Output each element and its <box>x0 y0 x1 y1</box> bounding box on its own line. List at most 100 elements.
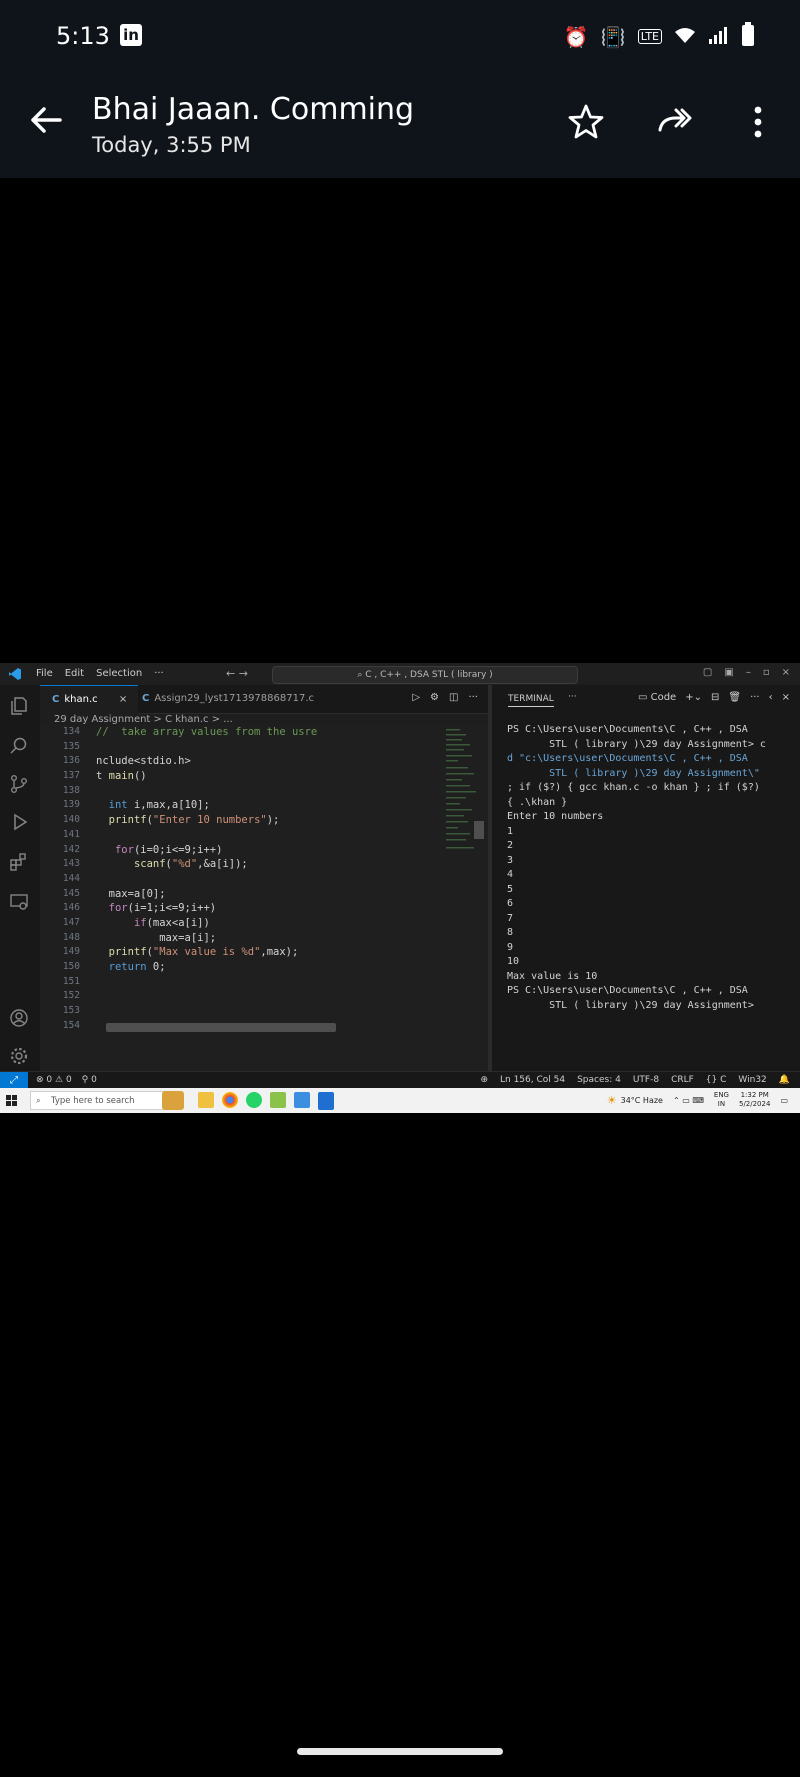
windows-start-icon[interactable] <box>6 1095 17 1106</box>
code-line[interactable]: for(i=1;i<=9;i++) <box>96 901 317 916</box>
language-mode[interactable]: {} C <box>706 1075 727 1085</box>
zoom-icon[interactable]: ⊕ <box>480 1075 488 1085</box>
tray-icons[interactable]: ⌃ ▭ ⌨ <box>673 1096 704 1105</box>
gesture-nav-bar[interactable] <box>297 1748 503 1755</box>
tab-assign29[interactable]: C Assign29_lyst1713978868717.c <box>130 685 342 713</box>
chevron-left-icon[interactable]: ‹ <box>769 692 773 703</box>
code-line[interactable]: return 0; <box>96 960 317 975</box>
code-line[interactable]: // take array values from the usre <box>96 725 317 740</box>
back-arrow-icon[interactable] <box>28 102 64 138</box>
panel-more-icon[interactable]: ··· <box>568 692 577 702</box>
code-line[interactable] <box>96 975 317 990</box>
close-tab-icon[interactable]: × <box>119 694 127 705</box>
line-number: 144 <box>62 872 80 884</box>
tab-khan-c[interactable]: Ckhan.c × <box>40 685 138 714</box>
settings-gear-icon[interactable] <box>8 1045 30 1067</box>
encoding[interactable]: UTF-8 <box>633 1075 659 1085</box>
line-number: 134 <box>62 726 80 737</box>
source-control-icon[interactable] <box>8 773 30 795</box>
tab-terminal[interactable]: TERMINAL <box>508 694 554 707</box>
code-line[interactable]: max=a[0]; <box>96 887 317 902</box>
line-ending[interactable]: CRLF <box>671 1075 694 1085</box>
terminal-line: 4 <box>507 869 514 880</box>
remote-explorer-icon[interactable] <box>8 891 30 913</box>
code-line[interactable]: scanf("%d",&a[i]); <box>96 857 317 872</box>
close-panel-icon[interactable]: × <box>782 692 790 703</box>
terminal-shell-label[interactable]: ▭ Code <box>638 692 676 703</box>
gear-icon[interactable]: ⚙ <box>430 692 439 703</box>
code-line[interactable]: printf("Enter 10 numbers"); <box>96 813 317 828</box>
explorer-icon[interactable] <box>8 695 30 717</box>
horizontal-scrollbar[interactable] <box>106 1023 336 1032</box>
terminal-panel[interactable]: PS C:\Users\user\Documents\C , C++ , DSA… <box>492 713 800 1083</box>
ports-indicator[interactable]: ⚲ 0 <box>82 1075 97 1085</box>
clock[interactable]: 1:32 PM 5/2/2024 <box>739 1091 770 1109</box>
code-line[interactable] <box>96 740 317 755</box>
photos-icon[interactable] <box>294 1092 310 1108</box>
command-center[interactable]: ⌕ C , C++ , DSA STL ( library ) <box>272 666 578 684</box>
split-editor-icon[interactable]: ◫ <box>449 692 458 703</box>
nav-arrows[interactable]: ← → <box>226 667 248 680</box>
taskbar-search-input[interactable]: ⌕ Type here to search <box>30 1091 180 1110</box>
bell-icon[interactable]: 🔔 <box>779 1075 790 1085</box>
code-line[interactable]: nclude<stdio.h> <box>96 754 317 769</box>
minimize-icon[interactable]: – <box>746 667 751 678</box>
weather-widget[interactable]: ☀ 34°C Haze <box>607 1094 663 1107</box>
search-icon[interactable] <box>8 735 30 757</box>
layout-icon[interactable]: ▢ <box>703 667 712 678</box>
line-number: 148 <box>62 931 80 943</box>
minimap[interactable] <box>440 725 488 1081</box>
code-line[interactable]: t main() <box>96 769 317 784</box>
forward-icon[interactable] <box>656 102 696 142</box>
terminal-line: { .\khan } <box>507 796 568 808</box>
code-line[interactable] <box>96 989 317 1004</box>
chrome-icon[interactable] <box>222 1092 238 1108</box>
maximize-icon[interactable]: ▫ <box>763 667 770 678</box>
code-line[interactable]: for(i=0;i<=9;i++) <box>96 843 317 858</box>
trash-icon[interactable]: 🗑 <box>728 692 741 703</box>
more-options-icon[interactable] <box>738 102 778 142</box>
split-terminal-icon[interactable]: ⊟ <box>711 692 719 703</box>
notification-icon[interactable]: ▭ <box>780 1096 788 1105</box>
c-configuration[interactable]: Win32 <box>738 1075 766 1085</box>
menu-more[interactable]: ··· <box>154 668 164 679</box>
whatsapp-icon[interactable] <box>246 1092 262 1108</box>
widgets-icon[interactable] <box>162 1091 184 1110</box>
problems-indicator[interactable]: ⊗ 0 ⚠ 0 <box>36 1075 72 1085</box>
run-icon[interactable]: ▷ <box>412 692 420 703</box>
code-text[interactable]: // take array values from the usre nclud… <box>96 725 317 1033</box>
code-line[interactable]: max=a[i]; <box>96 931 317 946</box>
editor-actions: ▷ ⚙ ◫ ··· <box>412 692 478 703</box>
panel-more2-icon[interactable]: ··· <box>750 692 760 703</box>
menu-file[interactable]: File <box>36 668 53 679</box>
code-line[interactable]: if(max<a[i]) <box>96 916 317 931</box>
menu-bar: File Edit Selection ··· <box>36 668 164 679</box>
code-line[interactable] <box>96 784 317 799</box>
run-debug-icon[interactable] <box>8 811 30 833</box>
code-editor[interactable]: 134 135 136 137 138 139 140 141 142 143 144 145 146 1… <box>40 725 488 1081</box>
remote-indicator-icon[interactable]: ⤢ <box>0 1072 28 1089</box>
accounts-icon[interactable] <box>8 1007 30 1029</box>
vscode-taskbar-icon[interactable] <box>318 1092 334 1110</box>
menu-edit[interactable]: Edit <box>65 668 84 679</box>
new-terminal-icon[interactable]: +⌄ <box>685 692 702 703</box>
close-window-icon[interactable]: × <box>782 667 790 678</box>
code-line[interactable] <box>96 872 317 887</box>
panel-icon[interactable]: ▣ <box>724 667 733 678</box>
code-line[interactable] <box>96 828 317 843</box>
more-icon[interactable]: ··· <box>468 692 478 703</box>
extensions-icon[interactable] <box>8 851 30 873</box>
code-line[interactable]: int i,max,a[10]; <box>96 798 317 813</box>
menu-selection[interactable]: Selection <box>96 668 142 679</box>
cursor-position[interactable]: Ln 156, Col 54 <box>500 1075 565 1085</box>
app-icon[interactable] <box>270 1092 286 1108</box>
breadcrumb[interactable]: 29 day Assignment > C khan.c > ... <box>54 714 233 725</box>
terminal-line: PS C:\Users\user\Documents\C , C++ , DSA <box>507 724 748 735</box>
language-indicator[interactable]: ENG IN <box>714 1091 729 1109</box>
file-explorer-icon[interactable] <box>198 1092 214 1108</box>
terminal-line: 1 <box>507 825 514 837</box>
indentation[interactable]: Spaces: 4 <box>577 1075 621 1085</box>
code-line[interactable]: printf("Max value is %d",max); <box>96 945 317 960</box>
star-icon[interactable] <box>566 102 606 142</box>
code-line[interactable] <box>96 1004 317 1019</box>
